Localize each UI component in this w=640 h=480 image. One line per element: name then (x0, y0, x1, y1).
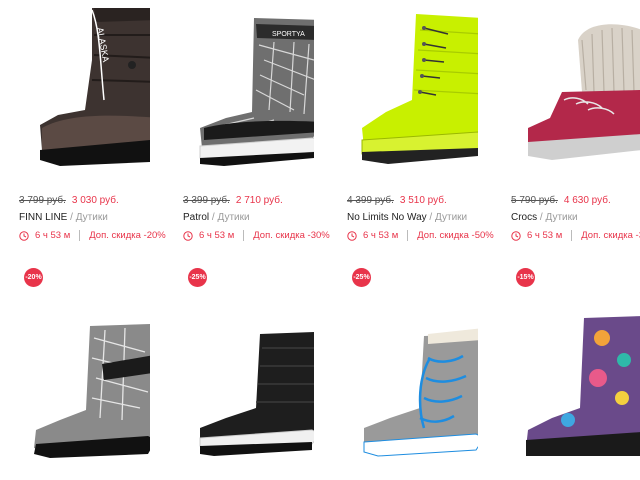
price-line: 4 399 руб. 3 510 руб. (347, 195, 447, 206)
timer-text: 6 ч 53 м (199, 230, 235, 241)
boot-silver-print-image[interactable] (0, 268, 150, 458)
product-card[interactable]: -20% (0, 268, 150, 480)
timer-text: 6 ч 53 м (527, 230, 563, 241)
product-card[interactable]: 5 790 руб. 4 630 руб. Crocs / Дутики 6 ч … (492, 0, 640, 250)
old-price: 4 399 руб. (347, 195, 394, 206)
divider (571, 230, 573, 241)
product-card[interactable]: SPORTYA 3 399 руб. 2 710 руб. Patrol / Ду… (164, 0, 330, 250)
divider (79, 230, 81, 241)
category-link[interactable]: Дутики (545, 212, 577, 223)
extra-discount-text: Доп. скидка -20% (89, 230, 166, 241)
boot-crocs-fur-image[interactable] (492, 0, 640, 180)
boot-grey-blue-laces-image[interactable] (328, 268, 478, 458)
clock-icon (183, 230, 193, 241)
clock-icon (511, 230, 521, 241)
boot-black-image[interactable] (164, 268, 314, 458)
boot-patrol-printed-image[interactable]: SPORTYA (164, 0, 314, 180)
promo-meta: 6 ч 53 м Доп. скидка -30% (511, 230, 640, 241)
product-card[interactable]: -25% (164, 268, 314, 480)
category-link[interactable]: Дутики (217, 212, 249, 223)
category-link[interactable]: Дутики (76, 212, 108, 223)
product-card[interactable]: 4 399 руб. 3 510 руб. No Limits No Way / … (328, 0, 494, 250)
brand-link[interactable]: Patrol (183, 212, 209, 223)
divider (243, 230, 245, 241)
new-price: 2 710 руб. (235, 195, 283, 206)
price-line: 3 799 руб. 3 030 руб. (19, 195, 119, 206)
price-line: 5 790 руб. 4 630 руб. (511, 195, 611, 206)
promo-meta: 6 ч 53 м Доп. скидка -30% (183, 230, 330, 241)
extra-discount-text: Доп. скидка -30% (253, 230, 330, 241)
old-price: 3 799 руб. (19, 195, 66, 206)
boot-colorful-print-image[interactable] (492, 268, 640, 458)
timer-text: 6 ч 53 м (35, 230, 71, 241)
category-link[interactable]: Дутики (435, 212, 467, 223)
old-price: 5 790 руб. (511, 195, 558, 206)
clock-icon (347, 230, 357, 241)
product-card[interactable]: -25% (328, 268, 478, 480)
brand-line: FINN LINE / Дутики (19, 212, 108, 223)
product-grid: ALASKA 3 799 руб. 3 030 руб. FINN LINE / … (0, 0, 640, 480)
brand-line: Crocs / Дутики (511, 212, 578, 223)
boot-neon-lime-image[interactable] (328, 0, 478, 180)
boot-brand-text: SPORTYA (272, 31, 305, 38)
old-price: 3 399 руб. (183, 195, 230, 206)
new-price: 4 630 руб. (563, 195, 611, 206)
extra-discount-text: Доп. скидка -50% (417, 230, 494, 241)
brand-link[interactable]: Crocs (511, 212, 537, 223)
timer-text: 6 ч 53 м (363, 230, 399, 241)
product-card[interactable]: -15% (492, 268, 640, 480)
boot-alaska-brown-image[interactable]: ALASKA (0, 0, 150, 180)
divider (407, 230, 409, 241)
brand-line: Patrol / Дутики (183, 212, 250, 223)
new-price: 3 510 руб. (399, 195, 447, 206)
brand-line: No Limits No Way / Дутики (347, 212, 468, 223)
new-price: 3 030 руб. (71, 195, 119, 206)
extra-discount-text: Доп. скидка -30% (581, 230, 640, 241)
promo-meta: 6 ч 53 м Доп. скидка -50% (347, 230, 494, 241)
promo-meta: 6 ч 53 м Доп. скидка -20% (19, 230, 166, 241)
price-line: 3 399 руб. 2 710 руб. (183, 195, 283, 206)
brand-link[interactable]: No Limits No Way (347, 212, 427, 223)
clock-icon (19, 230, 29, 241)
brand-link[interactable]: FINN LINE (19, 212, 67, 223)
product-card[interactable]: ALASKA 3 799 руб. 3 030 руб. FINN LINE / … (0, 0, 166, 250)
